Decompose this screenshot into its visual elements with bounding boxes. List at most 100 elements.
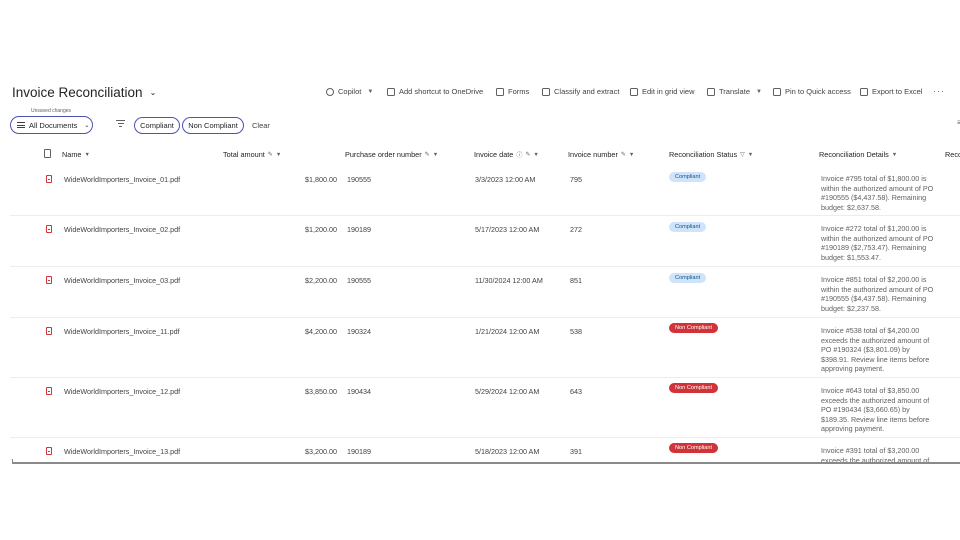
total-amount: $3,200.00: [305, 447, 337, 456]
edit-grid-view-button[interactable]: Edit in grid view: [630, 87, 695, 96]
filter-chip-compliant[interactable]: Compliant: [134, 117, 180, 134]
horizontal-scrollbar[interactable]: [12, 462, 960, 464]
column-header-name-label: Name: [62, 150, 82, 159]
pin-quick-access-label: Pin to Quick access: [785, 87, 851, 96]
column-header-reconciliation-details[interactable]: Reconciliation Details ▼: [819, 150, 897, 159]
translate-label: Translate: [719, 87, 750, 96]
invoice-number: 851: [570, 276, 582, 285]
clear-filters-button[interactable]: Clear: [252, 121, 270, 130]
total-amount: $1,200.00: [305, 225, 337, 234]
file-name[interactable]: WideWorldImporters_Invoice_11.pdf: [64, 327, 180, 336]
invoice-number: 643: [570, 387, 582, 396]
total-amount: $1,800.00: [305, 175, 337, 184]
classify-icon: [542, 87, 550, 96]
forms-button[interactable]: Forms: [496, 87, 529, 96]
more-options-button[interactable]: ···: [933, 86, 945, 96]
add-shortcut-button[interactable]: Add shortcut to OneDrive: [387, 87, 483, 96]
filter-icon: ▽: [740, 152, 745, 158]
chevron-down-icon: ▼: [275, 151, 282, 158]
column-header-invoice-date[interactable]: Invoice date ⓘ ✎ ▼: [474, 150, 539, 159]
invoice-date: 5/17/2023 12:00 AM: [475, 225, 540, 234]
unsaved-changes-label: Unsaved changes: [31, 108, 72, 114]
pin-icon: [773, 87, 781, 96]
forms-label: Forms: [508, 87, 530, 96]
translate-button[interactable]: Translate ▼: [707, 87, 762, 96]
grid-icon: [630, 87, 638, 96]
pin-quick-access-button[interactable]: Pin to Quick access: [773, 87, 851, 96]
chevron-down-icon[interactable]: ⌄: [150, 88, 157, 97]
reconciliation-details: Invoice #272 total of $1,200.00 is withi…: [821, 224, 934, 262]
export-excel-label: Export to Excel: [872, 87, 923, 96]
invoice-date: 11/30/2024 12:00 AM: [475, 276, 543, 285]
po-number: 190189: [347, 447, 371, 456]
pdf-file-icon: [46, 276, 52, 284]
classify-extract-button[interactable]: Classify and extract: [542, 87, 619, 96]
chevron-down-icon: ▼: [628, 151, 635, 158]
file-name[interactable]: WideWorldImporters_Invoice_01.pdf: [64, 175, 180, 184]
pdf-file-icon: [46, 175, 52, 183]
column-header-po-number[interactable]: Purchase order number ✎ ▼: [345, 150, 438, 159]
invoice-number: 795: [570, 175, 582, 184]
po-number: 190434: [347, 387, 371, 396]
column-header-name[interactable]: Name ▼: [62, 150, 90, 159]
column-header-truncated[interactable]: Reco: [945, 150, 960, 159]
invoice-date: 5/29/2024 12:00 AM: [475, 387, 540, 396]
edit-icon: ✎: [525, 152, 531, 158]
status-badge: Compliant: [669, 172, 707, 182]
classify-extract-label: Classify and extract: [554, 87, 620, 96]
command-bar: Copilot ▼ Add shortcut to OneDrive Forms…: [324, 87, 960, 101]
total-amount: $2,200.00: [305, 276, 337, 285]
column-header-invoice-number[interactable]: Invoice number ✎ ▼: [568, 150, 634, 159]
file-name[interactable]: WideWorldImporters_Invoice_03.pdf: [64, 276, 180, 285]
translate-icon: [707, 87, 715, 96]
edit-grid-view-label: Edit in grid view: [642, 87, 695, 96]
column-header-total-amount[interactable]: Total amount ✎ ▼: [223, 150, 281, 159]
invoice-number: 272: [570, 225, 582, 234]
edit-icon: ✎: [620, 152, 626, 158]
view-selector-label: All Documents: [29, 120, 78, 130]
chevron-down-icon: ▼: [891, 151, 898, 158]
invoice-number: 391: [570, 447, 582, 456]
table-row[interactable]: WideWorldImporters_Invoice_13.pdf $3,200…: [10, 438, 960, 462]
filter-chip-non-compliant[interactable]: Non Compliant: [182, 117, 244, 134]
status-badge: Compliant: [669, 273, 707, 283]
edit-icon: ✎: [424, 152, 430, 158]
total-amount: $3,850.00: [305, 387, 337, 396]
column-header-invoice-number-label: Invoice number: [568, 150, 618, 159]
view-selector[interactable]: All Documents ⌄: [10, 116, 93, 134]
column-header-row: Name ▼ Total amount ✎ ▼ Purchase order n…: [0, 148, 960, 162]
status-badge: Non Compliant: [669, 383, 718, 393]
chevron-down-icon: ▼: [84, 151, 90, 158]
pdf-file-icon: [46, 387, 52, 395]
column-header-reconciliation-status[interactable]: Reconciliation Status ▽ ▼: [669, 150, 753, 159]
table-row[interactable]: WideWorldImporters_Invoice_12.pdf $3,850…: [10, 378, 960, 438]
chevron-down-icon: ⌄: [84, 122, 90, 129]
add-shortcut-label: Add shortcut to OneDrive: [399, 87, 484, 96]
invoice-date: 5/18/2023 12:00 AM: [475, 447, 540, 456]
invoice-number: 538: [570, 327, 582, 336]
table-row[interactable]: WideWorldImporters_Invoice_02.pdf $1,200…: [10, 216, 960, 267]
reconciliation-details: Invoice #643 total of $3,850.00 exceeds …: [821, 386, 930, 434]
table-row[interactable]: WideWorldImporters_Invoice_03.pdf $2,200…: [10, 267, 960, 318]
file-name[interactable]: WideWorldImporters_Invoice_12.pdf: [64, 387, 180, 396]
file-name[interactable]: WideWorldImporters_Invoice_02.pdf: [64, 225, 180, 234]
reconciliation-details: Invoice #391 total of $3,200.00 exceeds …: [821, 446, 930, 462]
file-name[interactable]: WideWorldImporters_Invoice_13.pdf: [64, 447, 180, 456]
reconciliation-details: Invoice #851 total of $2,200.00 is withi…: [821, 275, 934, 313]
pdf-file-icon: [46, 447, 52, 455]
filter-icon[interactable]: [116, 120, 125, 127]
export-excel-button[interactable]: Export to Excel: [860, 87, 922, 96]
table-row[interactable]: WideWorldImporters_Invoice_11.pdf $4,200…: [10, 318, 960, 378]
copilot-button[interactable]: Copilot ▼: [326, 87, 373, 96]
table-row[interactable]: WideWorldImporters_Invoice_01.pdf $1,800…: [10, 165, 960, 216]
po-number: 190555: [347, 175, 371, 184]
chevron-down-icon: ▼: [756, 88, 762, 95]
page-title[interactable]: Invoice Reconciliation ⌄: [12, 85, 156, 100]
column-header-po-number-label: Purchase order number: [345, 150, 422, 159]
column-header-invoice-date-label: Invoice date: [474, 150, 514, 159]
status-badge: Compliant: [669, 222, 707, 232]
column-header-reconciliation-status-label: Reconciliation Status: [669, 150, 738, 159]
status-badge: Non Compliant: [669, 443, 718, 453]
excel-icon: [860, 87, 868, 96]
shortcut-icon: [387, 87, 395, 96]
